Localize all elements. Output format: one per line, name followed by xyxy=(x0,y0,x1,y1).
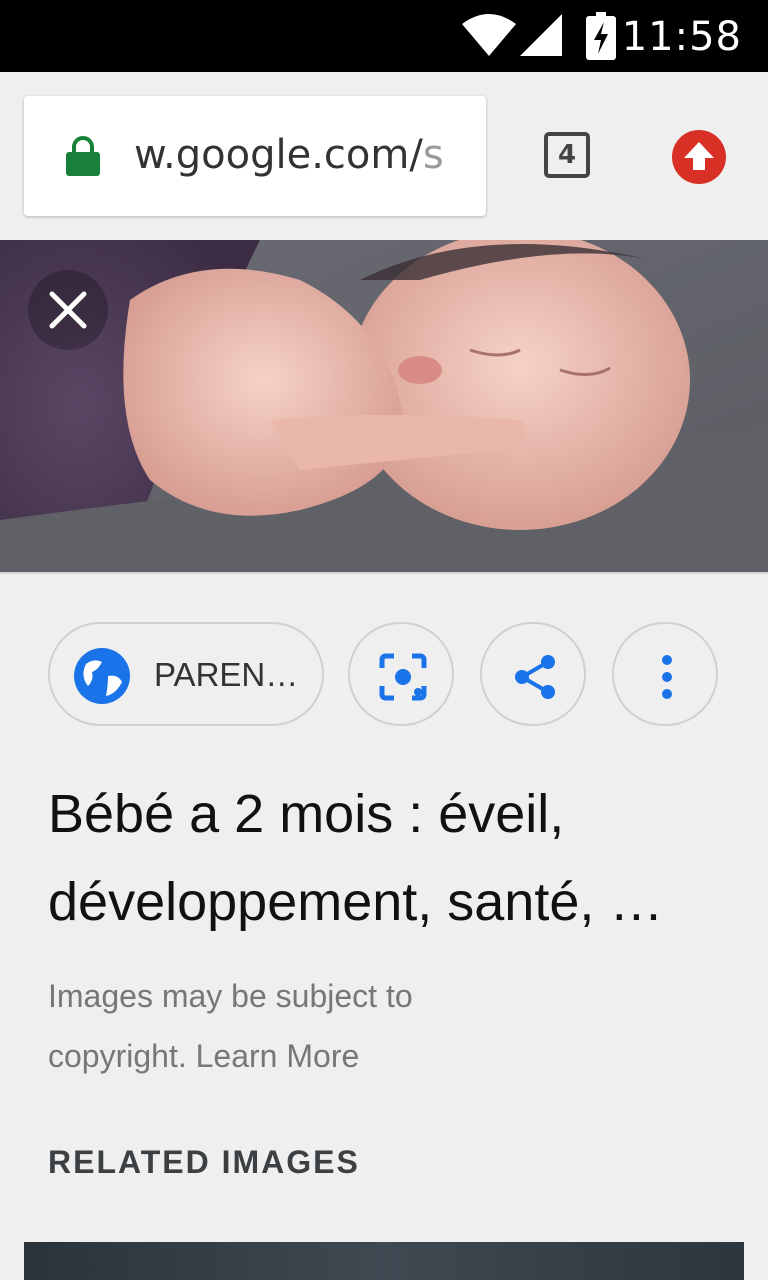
lock-icon xyxy=(66,136,100,181)
browser-toolbar: w.google.com/s 4 xyxy=(0,72,768,240)
url-domain: w.google.com/ xyxy=(134,132,423,178)
cell-signal-icon xyxy=(520,14,562,61)
more-options-button[interactable] xyxy=(612,622,718,726)
url-text: w.google.com/s xyxy=(134,132,464,178)
battery-charging-icon xyxy=(586,12,616,65)
close-button[interactable] xyxy=(28,270,108,350)
related-images-heading: RELATED IMAGES xyxy=(48,1144,360,1180)
related-image-thumbnail[interactable] xyxy=(24,1242,744,1280)
copyright-notice: Images may be subject to copyright. Lear… xyxy=(48,966,528,1086)
share-icon xyxy=(515,655,555,699)
image-title[interactable]: Bébé a 2 mois : éveil, développement, sa… xyxy=(48,770,738,946)
lens-button[interactable] xyxy=(348,622,454,726)
update-icon[interactable] xyxy=(672,130,726,189)
url-path-fade: s xyxy=(422,132,444,178)
learn-more-link[interactable]: Learn More xyxy=(196,1038,360,1074)
globe-icon xyxy=(72,646,132,711)
lens-icon xyxy=(379,653,427,701)
url-bar[interactable]: w.google.com/s xyxy=(24,96,486,216)
more-vert-icon xyxy=(662,655,672,699)
preview-image[interactable] xyxy=(0,240,768,574)
source-chip-label: PAREN… xyxy=(154,656,299,693)
close-icon xyxy=(49,291,87,329)
tab-switcher-button[interactable]: 4 xyxy=(544,132,590,178)
source-chip[interactable]: PAREN… xyxy=(48,622,324,726)
share-button[interactable] xyxy=(480,622,586,726)
sleeping-baby-photo xyxy=(0,240,768,572)
clock: 11:58 xyxy=(621,14,742,60)
wifi-icon xyxy=(462,14,516,61)
status-bar: 11:58 xyxy=(0,0,768,72)
